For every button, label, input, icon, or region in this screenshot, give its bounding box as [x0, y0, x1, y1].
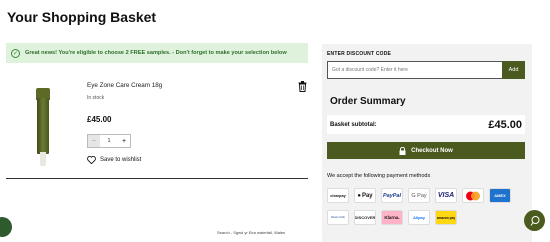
increase-quantity-button[interactable]: + — [118, 135, 130, 147]
apple-pay-logo: ● Pay — [354, 188, 376, 203]
item-divider — [6, 178, 308, 179]
subtotal-value: £45.00 — [488, 118, 522, 131]
amex-logo: AMEX — [489, 188, 511, 203]
visa-logo: VISA — [435, 188, 457, 203]
subtotal-label: Basket subtotal: — [330, 121, 377, 128]
basket-subtotal: Basket subtotal: £45.00 — [327, 115, 525, 134]
page-title: Your Shopping Basket — [7, 9, 157, 25]
klarna-logo: Klarna. — [381, 210, 403, 225]
decrease-quantity-button[interactable]: − — [88, 135, 100, 147]
notice-text: Great news! You're eligible to choose 2 … — [25, 50, 287, 56]
wishlist-label: Save to wishlist — [100, 157, 142, 163]
stock-status: In stock — [87, 95, 105, 101]
discount-label: ENTER DISCOUNT CODE — [327, 51, 392, 57]
item-price: £45.00 — [87, 115, 112, 124]
alipay-logo: Alipay — [408, 210, 430, 225]
chat-support-button[interactable] — [524, 210, 545, 231]
quantity-value[interactable]: 1 — [100, 135, 118, 147]
trash-icon[interactable] — [298, 79, 307, 92]
add-discount-button[interactable]: Add — [502, 61, 525, 79]
product-image[interactable] — [36, 88, 50, 166]
save-to-wishlist-button[interactable]: Save to wishlist — [87, 156, 141, 164]
discount-code-input[interactable] — [327, 61, 503, 79]
checkout-label: Checkout Now — [411, 147, 453, 154]
order-summary-title: Order Summary — [330, 96, 406, 107]
product-name[interactable]: Eye Zone Care Cream 18g — [87, 82, 162, 89]
check-circle-icon: ✓ — [11, 48, 20, 58]
chat-bubble-left[interactable] — [0, 217, 12, 237]
google-pay-logo: G Pay — [408, 188, 430, 203]
amazon-pay-logo: amazon pay — [435, 210, 457, 225]
payment-methods-heading: We accept the following payment methods — [327, 173, 431, 179]
mastercard-logo — [462, 188, 484, 203]
search-caption: Search - Sgwd yr Eira waterfall, Wales — [217, 230, 286, 235]
quantity-stepper[interactable]: − 1 + — [87, 134, 131, 148]
lock-icon — [399, 146, 406, 155]
chat-icon — [530, 215, 539, 226]
samples-notice: ✓ Great news! You're eligible to choose … — [6, 43, 308, 63]
discover-logo: DISCOVER — [354, 210, 376, 225]
clearpay-logo: clearpay — [327, 188, 349, 203]
diners-club-logo: Diners Club — [327, 210, 349, 225]
heart-icon — [87, 156, 96, 164]
checkout-button[interactable]: Checkout Now — [327, 142, 525, 159]
paypal-logo: PayPal — [381, 188, 403, 203]
